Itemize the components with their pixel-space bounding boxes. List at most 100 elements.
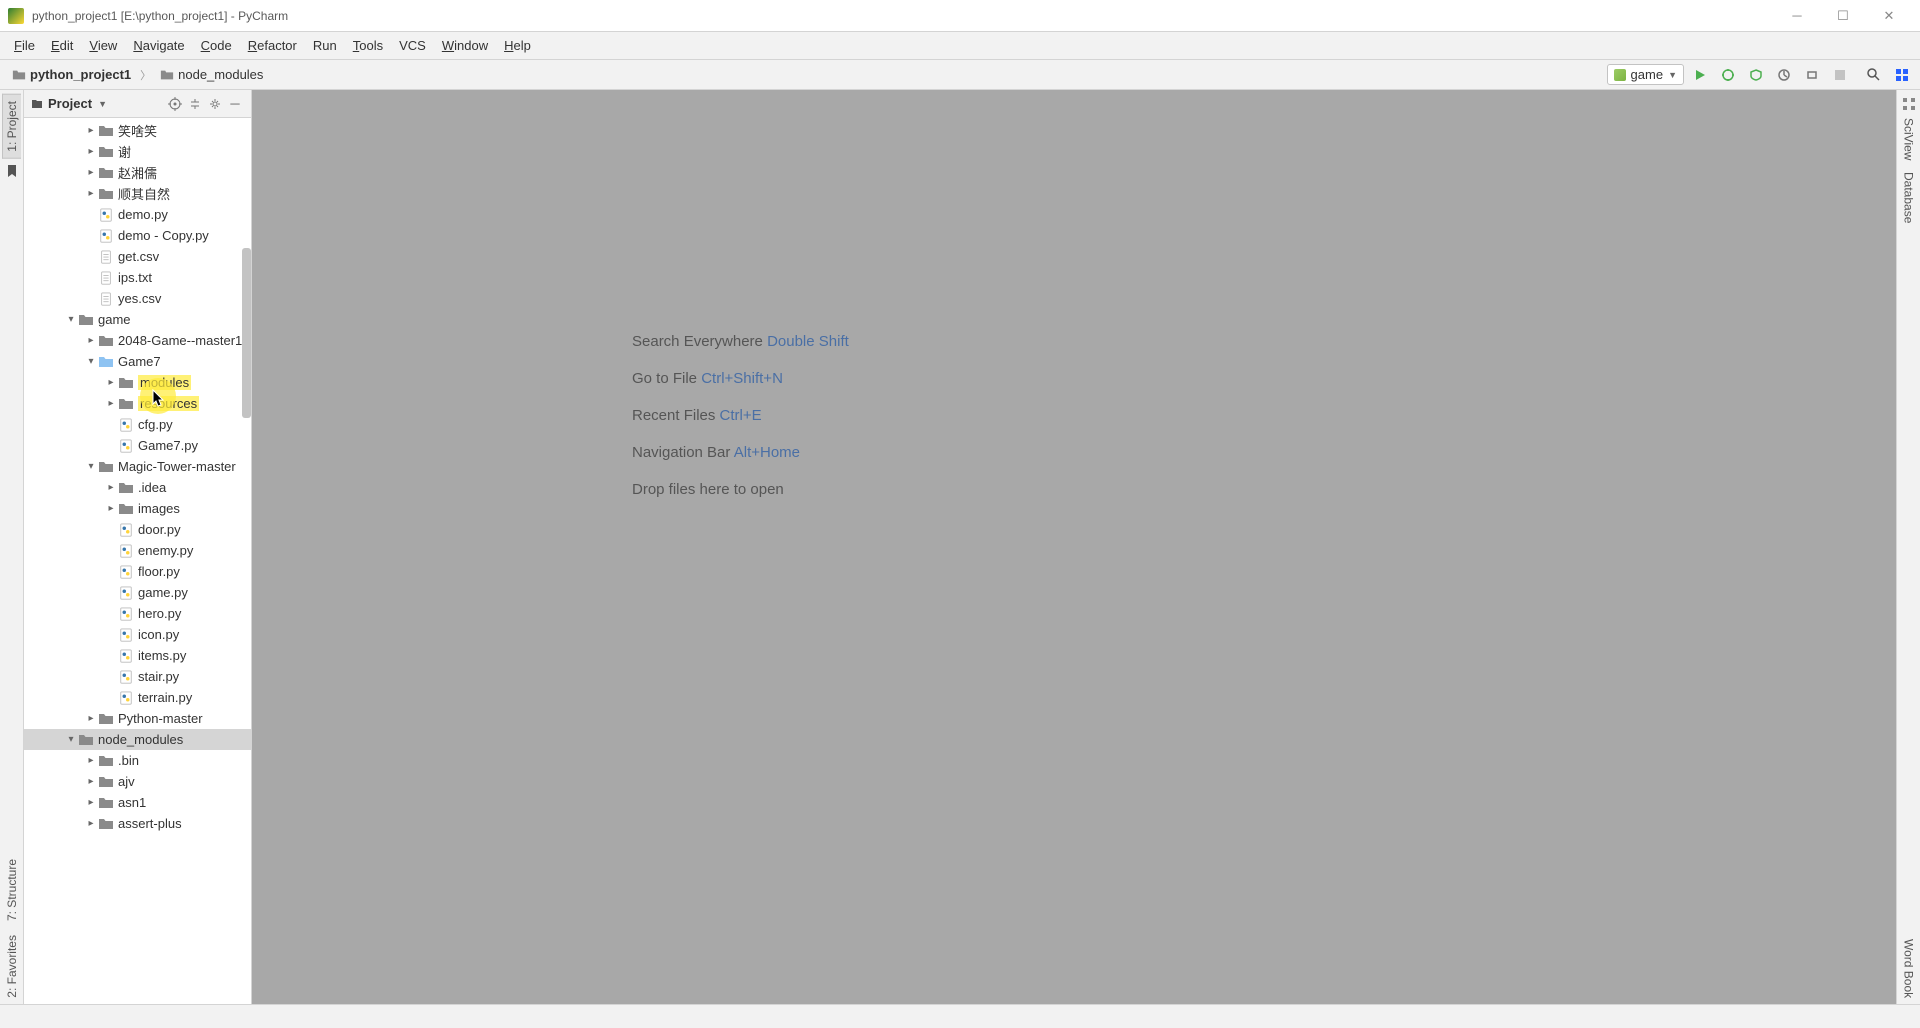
menu-edit[interactable]: Edit — [43, 34, 81, 57]
menu-run[interactable]: Run — [305, 34, 345, 57]
expand-arrow-icon[interactable] — [84, 461, 98, 472]
tree-item[interactable]: 笑啥笑 — [24, 120, 251, 141]
tree-item[interactable]: asn1 — [24, 792, 251, 813]
hide-button[interactable]: ─ — [225, 94, 245, 114]
tree-item[interactable]: Game7 — [24, 351, 251, 372]
tree-item[interactable]: 顺其自然 — [24, 183, 251, 204]
expand-arrow-icon[interactable] — [84, 776, 98, 787]
expand-arrow-icon[interactable] — [84, 167, 98, 178]
profile-button[interactable] — [1774, 65, 1794, 85]
grid-icon[interactable] — [1901, 96, 1917, 112]
tree-item[interactable]: 赵湘儒 — [24, 162, 251, 183]
tree-item[interactable]: resources — [24, 393, 251, 414]
chevron-down-icon[interactable]: ▼ — [98, 99, 107, 109]
menu-navigate[interactable]: Navigate — [125, 34, 192, 57]
close-button[interactable]: ✕ — [1866, 1, 1912, 31]
menu-help[interactable]: Help — [496, 34, 539, 57]
tree-item[interactable]: stair.py — [24, 666, 251, 687]
maximize-button[interactable]: ☐ — [1820, 1, 1866, 31]
attach-button[interactable] — [1802, 65, 1822, 85]
expand-arrow-icon[interactable] — [84, 356, 98, 367]
expand-arrow-icon[interactable] — [64, 734, 78, 745]
project-icon — [30, 97, 44, 111]
expand-arrow-icon[interactable] — [84, 125, 98, 136]
menu-vcs[interactable]: VCS — [391, 34, 434, 57]
minimize-button[interactable]: ─ — [1774, 1, 1820, 31]
tree-item[interactable]: Magic-Tower-master — [24, 456, 251, 477]
expand-arrow-icon[interactable] — [84, 188, 98, 199]
stop-button[interactable] — [1830, 65, 1850, 85]
run-button[interactable] — [1690, 65, 1710, 85]
menu-refactor[interactable]: Refactor — [240, 34, 305, 57]
menu-file[interactable]: File — [6, 34, 43, 57]
right-tab-wordbook[interactable]: Word Book — [1900, 933, 1918, 1004]
tree-item[interactable]: demo - Copy.py — [24, 225, 251, 246]
left-tab-favorites[interactable]: 2: Favorites — [3, 929, 21, 1004]
tree-item[interactable]: get.csv — [24, 246, 251, 267]
bookmark-icon[interactable] — [4, 163, 20, 179]
tree-item[interactable]: Game7.py — [24, 435, 251, 456]
tree-item[interactable]: door.py — [24, 519, 251, 540]
locate-button[interactable] — [165, 94, 185, 114]
project-tree[interactable]: 笑啥笑谢赵湘儒顺其自然demo.pydemo - Copy.pyget.csvi… — [24, 118, 251, 1004]
expand-arrow-icon[interactable] — [104, 482, 118, 493]
expand-arrow-icon[interactable] — [104, 503, 118, 514]
menu-view[interactable]: View — [81, 34, 125, 57]
expand-arrow-icon[interactable] — [84, 713, 98, 724]
tree-item[interactable]: .bin — [24, 750, 251, 771]
tree-item[interactable]: items.py — [24, 645, 251, 666]
right-tab-database[interactable]: Database — [1900, 166, 1918, 229]
expand-arrow-icon[interactable] — [84, 146, 98, 157]
search-everywhere-button[interactable] — [1864, 65, 1884, 85]
left-tab-project[interactable]: 1: Project — [2, 94, 21, 159]
breadcrumb-current[interactable]: node_modules — [156, 65, 267, 84]
tree-item[interactable]: 谢 — [24, 141, 251, 162]
tree-item-label: assert-plus — [118, 816, 182, 831]
tree-item[interactable]: terrain.py — [24, 687, 251, 708]
tree-item[interactable]: enemy.py — [24, 540, 251, 561]
folder-icon — [98, 166, 114, 180]
expand-arrow-icon[interactable] — [84, 818, 98, 829]
tree-item[interactable]: ajv — [24, 771, 251, 792]
expand-arrow-icon[interactable] — [84, 797, 98, 808]
folder-icon — [78, 313, 94, 327]
tree-item[interactable]: node_modules — [24, 729, 251, 750]
expand-arrow-icon[interactable] — [84, 335, 98, 346]
settings-button[interactable] — [205, 94, 225, 114]
ide-settings-button[interactable] — [1892, 65, 1912, 85]
tree-item[interactable]: 2048-Game--master1 — [24, 330, 251, 351]
tree-item[interactable]: .idea — [24, 477, 251, 498]
coverage-button[interactable] — [1746, 65, 1766, 85]
expand-arrow-icon[interactable] — [104, 398, 118, 409]
tree-item[interactable]: assert-plus — [24, 813, 251, 834]
menu-tools[interactable]: Tools — [345, 34, 391, 57]
editor-area[interactable]: Search Everywhere Double Shift Go to Fil… — [252, 90, 1896, 1004]
tree-item[interactable]: icon.py — [24, 624, 251, 645]
breadcrumb-root-label: python_project1 — [30, 67, 131, 82]
tree-item-label: yes.csv — [118, 291, 161, 306]
tree-item[interactable]: ips.txt — [24, 267, 251, 288]
breadcrumb-root[interactable]: python_project1 — [8, 65, 135, 84]
tree-item[interactable]: game.py — [24, 582, 251, 603]
expand-arrow-icon[interactable] — [84, 755, 98, 766]
tree-item[interactable]: yes.csv — [24, 288, 251, 309]
chevron-down-icon: ▼ — [1668, 70, 1677, 80]
tree-item[interactable]: floor.py — [24, 561, 251, 582]
tree-item[interactable]: Python-master — [24, 708, 251, 729]
tree-item[interactable]: game — [24, 309, 251, 330]
expand-arrow-icon[interactable] — [64, 314, 78, 325]
tree-item[interactable]: hero.py — [24, 603, 251, 624]
tree-item[interactable]: cfg.py — [24, 414, 251, 435]
expand-arrow-icon[interactable] — [104, 377, 118, 388]
expand-all-button[interactable] — [185, 94, 205, 114]
tree-item[interactable]: modules — [24, 372, 251, 393]
tree-item[interactable]: demo.py — [24, 204, 251, 225]
run-configuration-selector[interactable]: game ▼ — [1607, 64, 1684, 85]
right-tab-sciview[interactable]: SciView — [1900, 112, 1918, 166]
left-tab-structure[interactable]: 7: Structure — [3, 853, 21, 927]
tree-item[interactable]: images — [24, 498, 251, 519]
scrollbar-thumb[interactable] — [242, 248, 251, 418]
debug-button[interactable] — [1718, 65, 1738, 85]
menu-window[interactable]: Window — [434, 34, 496, 57]
menu-code[interactable]: Code — [193, 34, 240, 57]
